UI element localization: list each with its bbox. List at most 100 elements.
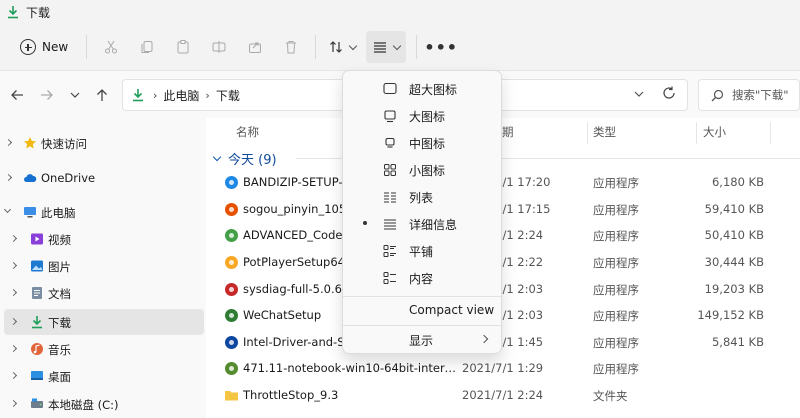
menu-item-extra-large-icons[interactable]: 超大图标 xyxy=(347,75,499,102)
column-header-type[interactable]: 类型 xyxy=(593,118,616,146)
arrow-up-icon xyxy=(97,89,107,101)
share-icon[interactable] xyxy=(237,31,273,63)
more-options-button[interactable]: ••• xyxy=(423,31,459,63)
chevron-right-icon[interactable] xyxy=(9,371,18,380)
breadcrumb-this-pc[interactable]: 此电脑 xyxy=(163,87,199,104)
pc-icon xyxy=(24,207,36,218)
chevron-right-icon[interactable] xyxy=(9,288,18,297)
column-divider[interactable] xyxy=(696,122,697,144)
toolbar-divider xyxy=(315,35,317,59)
bandizip-icon xyxy=(224,175,239,190)
sysdiag-icon xyxy=(224,282,239,297)
forward-button[interactable] xyxy=(32,80,62,110)
file-size: 50,410 KB xyxy=(704,228,764,242)
file-type: 应用程序 xyxy=(593,229,639,243)
column-header-size[interactable]: 大小 xyxy=(703,118,726,146)
column-divider[interactable] xyxy=(770,122,771,144)
menu-item-content[interactable]: 内容 xyxy=(347,264,499,291)
cut-icon[interactable] xyxy=(93,31,129,63)
chevron-right-icon[interactable]: › xyxy=(153,89,157,102)
chevron-down-icon[interactable] xyxy=(633,88,645,100)
menu-item-list[interactable]: 列表 xyxy=(347,183,499,210)
new-button[interactable]: New xyxy=(14,31,74,63)
menu-item-compact-view[interactable]: Compact view xyxy=(347,297,499,324)
more-icon: ••• xyxy=(424,37,459,57)
music-folder-icon xyxy=(31,343,43,355)
menu-item-label: 大图标 xyxy=(409,110,446,124)
view-dropdown[interactable] xyxy=(366,31,407,63)
sidebar-item-onedrive[interactable]: OneDrive xyxy=(0,165,206,191)
sidebar-item-label: 图片 xyxy=(48,260,71,274)
chevron-right-icon[interactable] xyxy=(4,138,13,147)
column-header-date[interactable]: 期 xyxy=(502,118,514,146)
file-type: 应用程序 xyxy=(593,283,639,297)
group-header-today[interactable]: 今天 (9) xyxy=(212,149,277,168)
menu-item-large-icons[interactable]: 大图标 xyxy=(347,102,499,129)
sidebar-item-local-disk[interactable]: 本地磁盘 (C:) xyxy=(0,391,206,417)
column-divider[interactable] xyxy=(587,122,588,144)
chevron-right-icon[interactable] xyxy=(9,261,18,270)
sidebar-item-downloads[interactable]: 下载 xyxy=(4,309,204,335)
file-row[interactable]: BANDIZIP-SETUP-S 2021/7/1 17:20 应用程序 6,180 … xyxy=(206,169,800,196)
breadcrumb-downloads[interactable]: 下载 xyxy=(216,87,240,104)
sogou-icon xyxy=(224,202,239,217)
recent-locations-button[interactable] xyxy=(60,80,90,110)
sort-dropdown[interactable] xyxy=(322,31,362,63)
file-name: ThrottleStop_9.3 xyxy=(243,388,339,402)
column-label: 大小 xyxy=(703,125,726,139)
sidebar-item-label: 本地磁盘 (C:) xyxy=(48,398,119,412)
file-row[interactable]: 471.11-notebook-win10-64bit-interna... 20… xyxy=(206,355,800,382)
file-size: 5,841 KB xyxy=(711,335,764,349)
sidebar-item-label: 桌面 xyxy=(48,370,71,384)
file-row[interactable]: PotPlayerSetup64 2021/7/1 2:22 应用程序 30,444 … xyxy=(206,249,800,276)
rename-icon[interactable] xyxy=(201,31,237,63)
list-icon xyxy=(384,192,396,203)
menu-item-label: 内容 xyxy=(409,272,434,286)
file-row[interactable]: sysdiag-full-5.0.62. 2021/7/1 2:03 应用程序 19,… xyxy=(206,276,800,303)
refresh-icon[interactable] xyxy=(661,85,677,101)
chevron-right-icon[interactable] xyxy=(9,317,18,326)
sidebar-item-label: 此电脑 xyxy=(41,206,76,220)
desktop-folder-icon xyxy=(31,371,43,380)
chevron-right-icon[interactable] xyxy=(9,399,18,408)
chevron-right-icon[interactable] xyxy=(9,234,18,243)
up-button[interactable] xyxy=(87,80,117,110)
menu-item-label: 显示 xyxy=(409,334,434,348)
column-header-name[interactable]: 名称 xyxy=(236,118,259,146)
file-row[interactable]: sogou_pinyin_105b 2021/7/1 17:15 应用程序 59,41… xyxy=(206,196,800,223)
file-row[interactable]: Intel-Driver-and-Su 2021/7/1 1:45 应用程序 5,84… xyxy=(206,329,800,356)
sidebar-item-music[interactable]: 音乐 xyxy=(0,336,206,362)
menu-item-tiles[interactable]: 平铺 xyxy=(347,237,499,264)
file-row[interactable]: ThrottleStop_9.3 2021/7/1 2:24 文件夹 xyxy=(206,382,800,409)
chevron-down-icon[interactable] xyxy=(3,205,12,214)
sidebar-item-this-pc[interactable]: 此电脑 xyxy=(0,199,206,225)
sidebar-item-documents[interactable]: 文档 xyxy=(0,280,206,306)
sort-icon xyxy=(330,41,343,53)
chevron-right-icon[interactable] xyxy=(9,344,18,353)
downloads-icon xyxy=(133,89,143,102)
menu-item-medium-icons[interactable]: 中图标 xyxy=(347,129,499,156)
nvidia-icon xyxy=(224,361,239,376)
chevron-right-icon[interactable] xyxy=(4,173,13,182)
menu-item-small-icons[interactable]: 小图标 xyxy=(347,156,499,183)
sidebar-item-pictures[interactable]: 图片 xyxy=(0,253,206,279)
delete-icon[interactable] xyxy=(273,31,309,63)
search-box[interactable]: 搜索"下载" xyxy=(698,79,800,111)
file-row[interactable]: ADVANCED_Codec 2021/7/1 2:24 应用程序 50,410 KB xyxy=(206,222,800,249)
copy-icon[interactable] xyxy=(129,31,165,63)
menu-item-details[interactable]: 详细信息 xyxy=(347,210,499,237)
file-row[interactable]: WeChatSetup 2021/7/1 2:03 应用程序 149,152 KB xyxy=(206,302,800,329)
sidebar-item-desktop[interactable]: 桌面 xyxy=(0,363,206,389)
sidebar-item-quick-access[interactable]: 快速访问 xyxy=(0,130,206,156)
sidebar-item-videos[interactable]: 视频 xyxy=(0,226,206,252)
cloud-icon xyxy=(24,174,37,182)
chevron-right-icon[interactable]: › xyxy=(205,89,209,102)
paste-icon[interactable] xyxy=(165,31,201,63)
file-type: 应用程序 xyxy=(593,336,639,350)
file-name: 471.11-notebook-win10-64bit-interna... xyxy=(243,361,460,375)
sidebar-item-label: 视频 xyxy=(48,233,71,247)
column-label: 类型 xyxy=(593,125,616,139)
back-button[interactable] xyxy=(2,80,32,110)
menu-item-show[interactable]: 显示 xyxy=(347,326,499,353)
menu-item-label: 超大图标 xyxy=(409,83,458,97)
